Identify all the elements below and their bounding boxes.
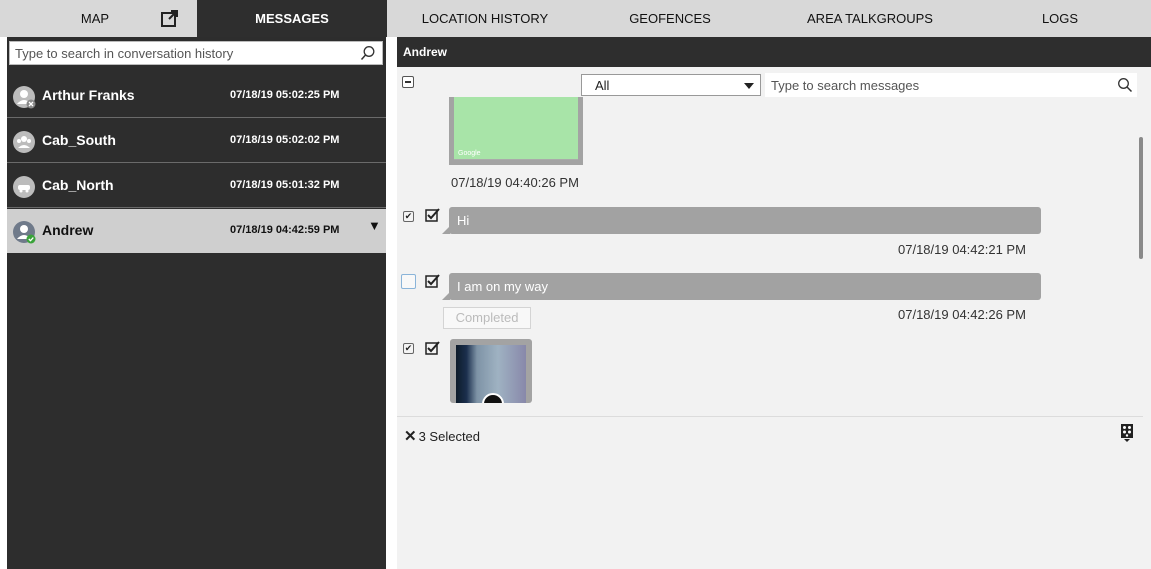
scrollbar[interactable] — [1139, 137, 1143, 259]
tab-area-talkgroups[interactable]: AREA TALKGROUPS — [785, 0, 955, 37]
map-image: Google — [454, 97, 578, 159]
message-text: I am on my way — [457, 279, 549, 294]
caret-down-icon[interactable]: ▼ — [368, 218, 381, 233]
selected-count: 3 Selected — [418, 429, 481, 444]
export-icon[interactable] — [1120, 423, 1134, 443]
google-logo: Google — [458, 150, 481, 157]
conversation-item[interactable]: Cab_South 07/18/19 05:02:02 PM — [7, 119, 386, 163]
delivered-check-icon — [425, 341, 440, 355]
message-search-box — [765, 73, 1137, 97]
conversation-item-selected[interactable]: Andrew 07/18/19 04:42:59 PM ▼ — [7, 209, 386, 253]
message-search-input[interactable] — [765, 73, 1107, 97]
conversation-name: Arthur Franks — [42, 87, 135, 103]
conversation-time: 07/18/19 05:02:25 PM — [230, 89, 340, 101]
conversation-name: Andrew — [42, 222, 94, 238]
tab-location-history[interactable]: LOCATION HISTORY — [400, 0, 570, 37]
message-timestamp: 07/18/19 04:42:21 PM — [898, 242, 1026, 257]
message-filter-select[interactable]: All — [581, 74, 761, 96]
filter-value: All — [595, 78, 610, 93]
search-icon[interactable] — [360, 45, 376, 61]
delivered-check-icon — [425, 274, 440, 288]
message-timestamp: 07/18/19 04:40:26 PM — [451, 175, 579, 190]
dropdown-arrow-icon — [744, 83, 754, 89]
selection-status: ✕ 3 Selected — [404, 427, 480, 445]
conversation-list-panel: Arthur Franks 07/18/19 05:02:25 PM Cab_S… — [7, 37, 386, 569]
status-tooltip: Completed — [443, 307, 531, 329]
divider — [397, 416, 1143, 417]
message-text: Hi — [457, 213, 470, 228]
message-select-checkbox[interactable]: ✔ — [403, 211, 414, 222]
message-bubble[interactable]: Hi — [442, 207, 1041, 234]
conversation-time: 07/18/19 05:02:02 PM — [230, 134, 340, 146]
top-navigation: MAP MESSAGES LOCATION HISTORY GEOFENCES … — [0, 0, 1151, 37]
message-select-checkbox[interactable]: ✔ — [403, 343, 414, 354]
message-select-checkbox[interactable] — [401, 274, 416, 289]
conversation-name: Cab_South — [42, 132, 116, 148]
popout-icon[interactable] — [160, 8, 180, 28]
message-timestamp: 07/18/19 04:42:26 PM — [898, 307, 1026, 322]
video-message[interactable] — [450, 339, 532, 403]
conversation-time: 07/18/19 05:01:32 PM — [230, 179, 340, 191]
conversation-item[interactable]: Cab_North 07/18/19 05:01:32 PM — [7, 164, 386, 208]
select-all-toggle[interactable] — [402, 76, 414, 88]
map-image-message[interactable]: Google — [449, 97, 583, 165]
conversation-name: Cab_North — [42, 177, 114, 193]
conversation-time: 07/18/19 04:42:59 PM — [230, 224, 340, 236]
tab-geofences[interactable]: GEOFENCES — [615, 0, 725, 37]
user-online-avatar-icon — [13, 221, 36, 244]
chat-panel: Andrew All Google 07/18/19 04:40:26 PM ✔… — [397, 37, 1151, 569]
conversation-search-box — [9, 41, 383, 65]
message-bubble[interactable]: I am on my way — [442, 273, 1041, 300]
chat-title: Andrew — [397, 37, 1151, 67]
group-avatar-icon — [13, 176, 35, 198]
conversation-item[interactable]: Arthur Franks 07/18/19 05:02:25 PM — [7, 74, 386, 118]
user-avatar-icon — [13, 86, 36, 109]
delivered-check-icon — [425, 208, 440, 222]
group-avatar-icon — [13, 131, 35, 153]
tab-logs[interactable]: LOGS — [1025, 0, 1095, 37]
clear-selection-icon[interactable]: ✕ — [404, 428, 417, 445]
tab-map[interactable]: MAP — [40, 0, 150, 37]
search-icon[interactable] — [1117, 77, 1133, 93]
conversation-search-input[interactable] — [10, 42, 360, 64]
tab-messages[interactable]: MESSAGES — [197, 0, 387, 37]
